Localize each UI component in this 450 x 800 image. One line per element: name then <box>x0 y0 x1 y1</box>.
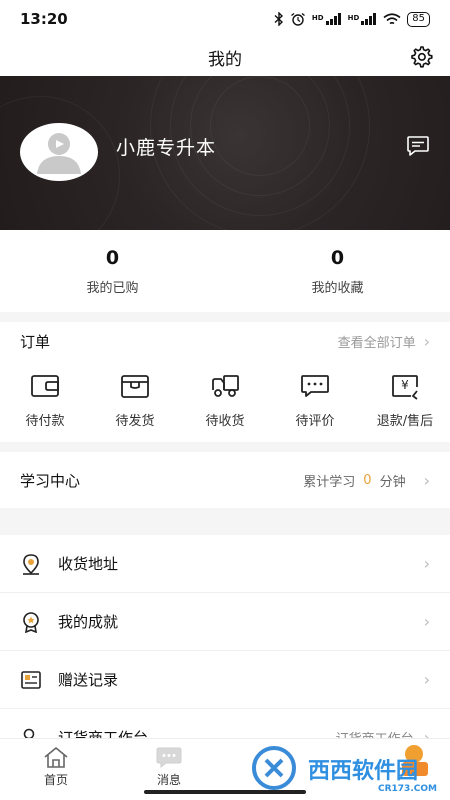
order-item-label: 待付款 <box>25 414 65 429</box>
chat-message-icon[interactable] <box>406 135 430 157</box>
order-item-label: 待评价 <box>295 414 335 429</box>
truck-icon <box>212 375 239 397</box>
stat-label: 我的已购 <box>86 280 139 296</box>
status-bar: 13:20 HD HD 85 <box>0 0 450 38</box>
study-time-summary: 累计学习 0 分钟 › <box>303 471 430 490</box>
chevron-right-icon: › <box>423 470 430 490</box>
alarm-icon <box>290 12 305 26</box>
order-item-pending-review[interactable]: 待评价 <box>270 372 360 429</box>
svg-text:¥: ¥ <box>401 378 409 392</box>
menu-item-label: 收货地址 <box>58 555 119 573</box>
orders-title: 订单 <box>20 332 51 351</box>
stat-value: 0 <box>105 246 120 269</box>
status-time: 13:20 <box>20 10 68 28</box>
view-all-orders-label: 查看全部订单 <box>337 335 416 351</box>
order-status-row: 待付款 待发货 待收货 待评价 ¥ 退款/售后 <box>0 360 450 429</box>
refund-icon: ¥ <box>392 375 418 400</box>
default-avatar-icon <box>37 133 81 174</box>
bluetooth-icon <box>274 12 283 26</box>
wifi-icon <box>383 12 401 24</box>
chevron-right-icon: › <box>423 612 430 631</box>
stat-value: 0 <box>330 246 345 269</box>
status-icons: HD HD 85 <box>274 11 430 27</box>
menu-item-label: 我的成就 <box>58 613 119 631</box>
orders-card: 订单 查看全部订单 › 待付款 待发货 待收货 待评价 ¥ 退款/售后 <box>0 322 450 442</box>
study-time-prefix: 累计学习 <box>303 474 356 490</box>
orders-header: 订单 查看全部订单 › <box>0 322 450 360</box>
order-item-pending-receipt[interactable]: 待收货 <box>180 372 270 429</box>
stat-purchased[interactable]: 0 我的已购 <box>0 230 225 312</box>
tab-label: 首页 <box>43 773 68 787</box>
menu-list: 收货地址 › 我的成就 › 赠送记录 › 订货商工作台 订货商工作台 › <box>0 535 450 767</box>
menu-item-address[interactable]: 收货地址 › <box>0 535 450 593</box>
chevron-right-icon: › <box>423 331 430 351</box>
order-item-pending-payment[interactable]: 待付款 <box>0 372 90 429</box>
gift-record-icon <box>21 670 41 689</box>
study-center-title: 学习中心 <box>20 471 81 490</box>
user-nickname[interactable]: 小鹿专升本 <box>116 133 216 160</box>
chevron-right-icon: › <box>423 670 430 689</box>
order-item-refund[interactable]: ¥ 退款/售后 <box>360 372 450 429</box>
watermark-site: CR173.COM <box>378 784 437 794</box>
study-center-row[interactable]: 学习中心 累计学习 0 分钟 › <box>0 452 450 508</box>
home-icon <box>44 747 68 768</box>
stats-section: 0 我的已购 0 我的收藏 <box>0 230 450 312</box>
order-item-label: 待收货 <box>205 414 245 429</box>
tab-messages[interactable]: 消息 <box>139 745 199 788</box>
box-icon <box>121 375 149 398</box>
tab-home[interactable]: 首页 <box>26 745 86 788</box>
banner-decoration <box>210 76 310 176</box>
menu-item-label: 赠送记录 <box>58 671 119 689</box>
watermark-text: 西西软件园 <box>308 758 418 784</box>
study-time-minutes: 0 <box>363 472 372 488</box>
profile-banner: 小鹿专升本 <box>0 76 450 230</box>
page-header: 我的 <box>0 38 450 76</box>
gear-icon[interactable] <box>408 44 434 70</box>
stat-favorites[interactable]: 0 我的收藏 <box>225 230 450 312</box>
wallet-icon <box>31 375 59 397</box>
stat-label: 我的收藏 <box>311 280 364 296</box>
medal-icon <box>23 611 39 633</box>
view-all-orders-link[interactable]: 查看全部订单 › <box>338 332 430 351</box>
comment-icon <box>301 375 329 397</box>
menu-item-achievements[interactable]: 我的成就 › <box>0 593 450 651</box>
order-item-label: 待发货 <box>115 414 155 429</box>
study-time-unit: 分钟 <box>379 474 406 490</box>
hd-badge-1: HD <box>311 13 324 22</box>
location-icon <box>23 553 39 575</box>
order-item-pending-shipment[interactable]: 待发货 <box>90 372 180 429</box>
signal-icon-1 <box>325 13 341 25</box>
menu-item-gift-records[interactable]: 赠送记录 › <box>0 651 450 709</box>
order-item-label: 退款/售后 <box>376 414 434 429</box>
battery-indicator: 85 <box>407 11 430 27</box>
message-icon <box>156 747 182 769</box>
home-indicator <box>144 790 306 794</box>
page-title: 我的 <box>208 49 242 70</box>
signal-icon-2 <box>361 13 377 25</box>
watermark-logo: 西西软件园 CR173.COM <box>252 745 437 794</box>
hd-badge-2: HD <box>347 13 360 22</box>
tab-label: 消息 <box>156 773 181 787</box>
avatar[interactable] <box>20 123 98 181</box>
chevron-right-icon: › <box>423 554 430 573</box>
